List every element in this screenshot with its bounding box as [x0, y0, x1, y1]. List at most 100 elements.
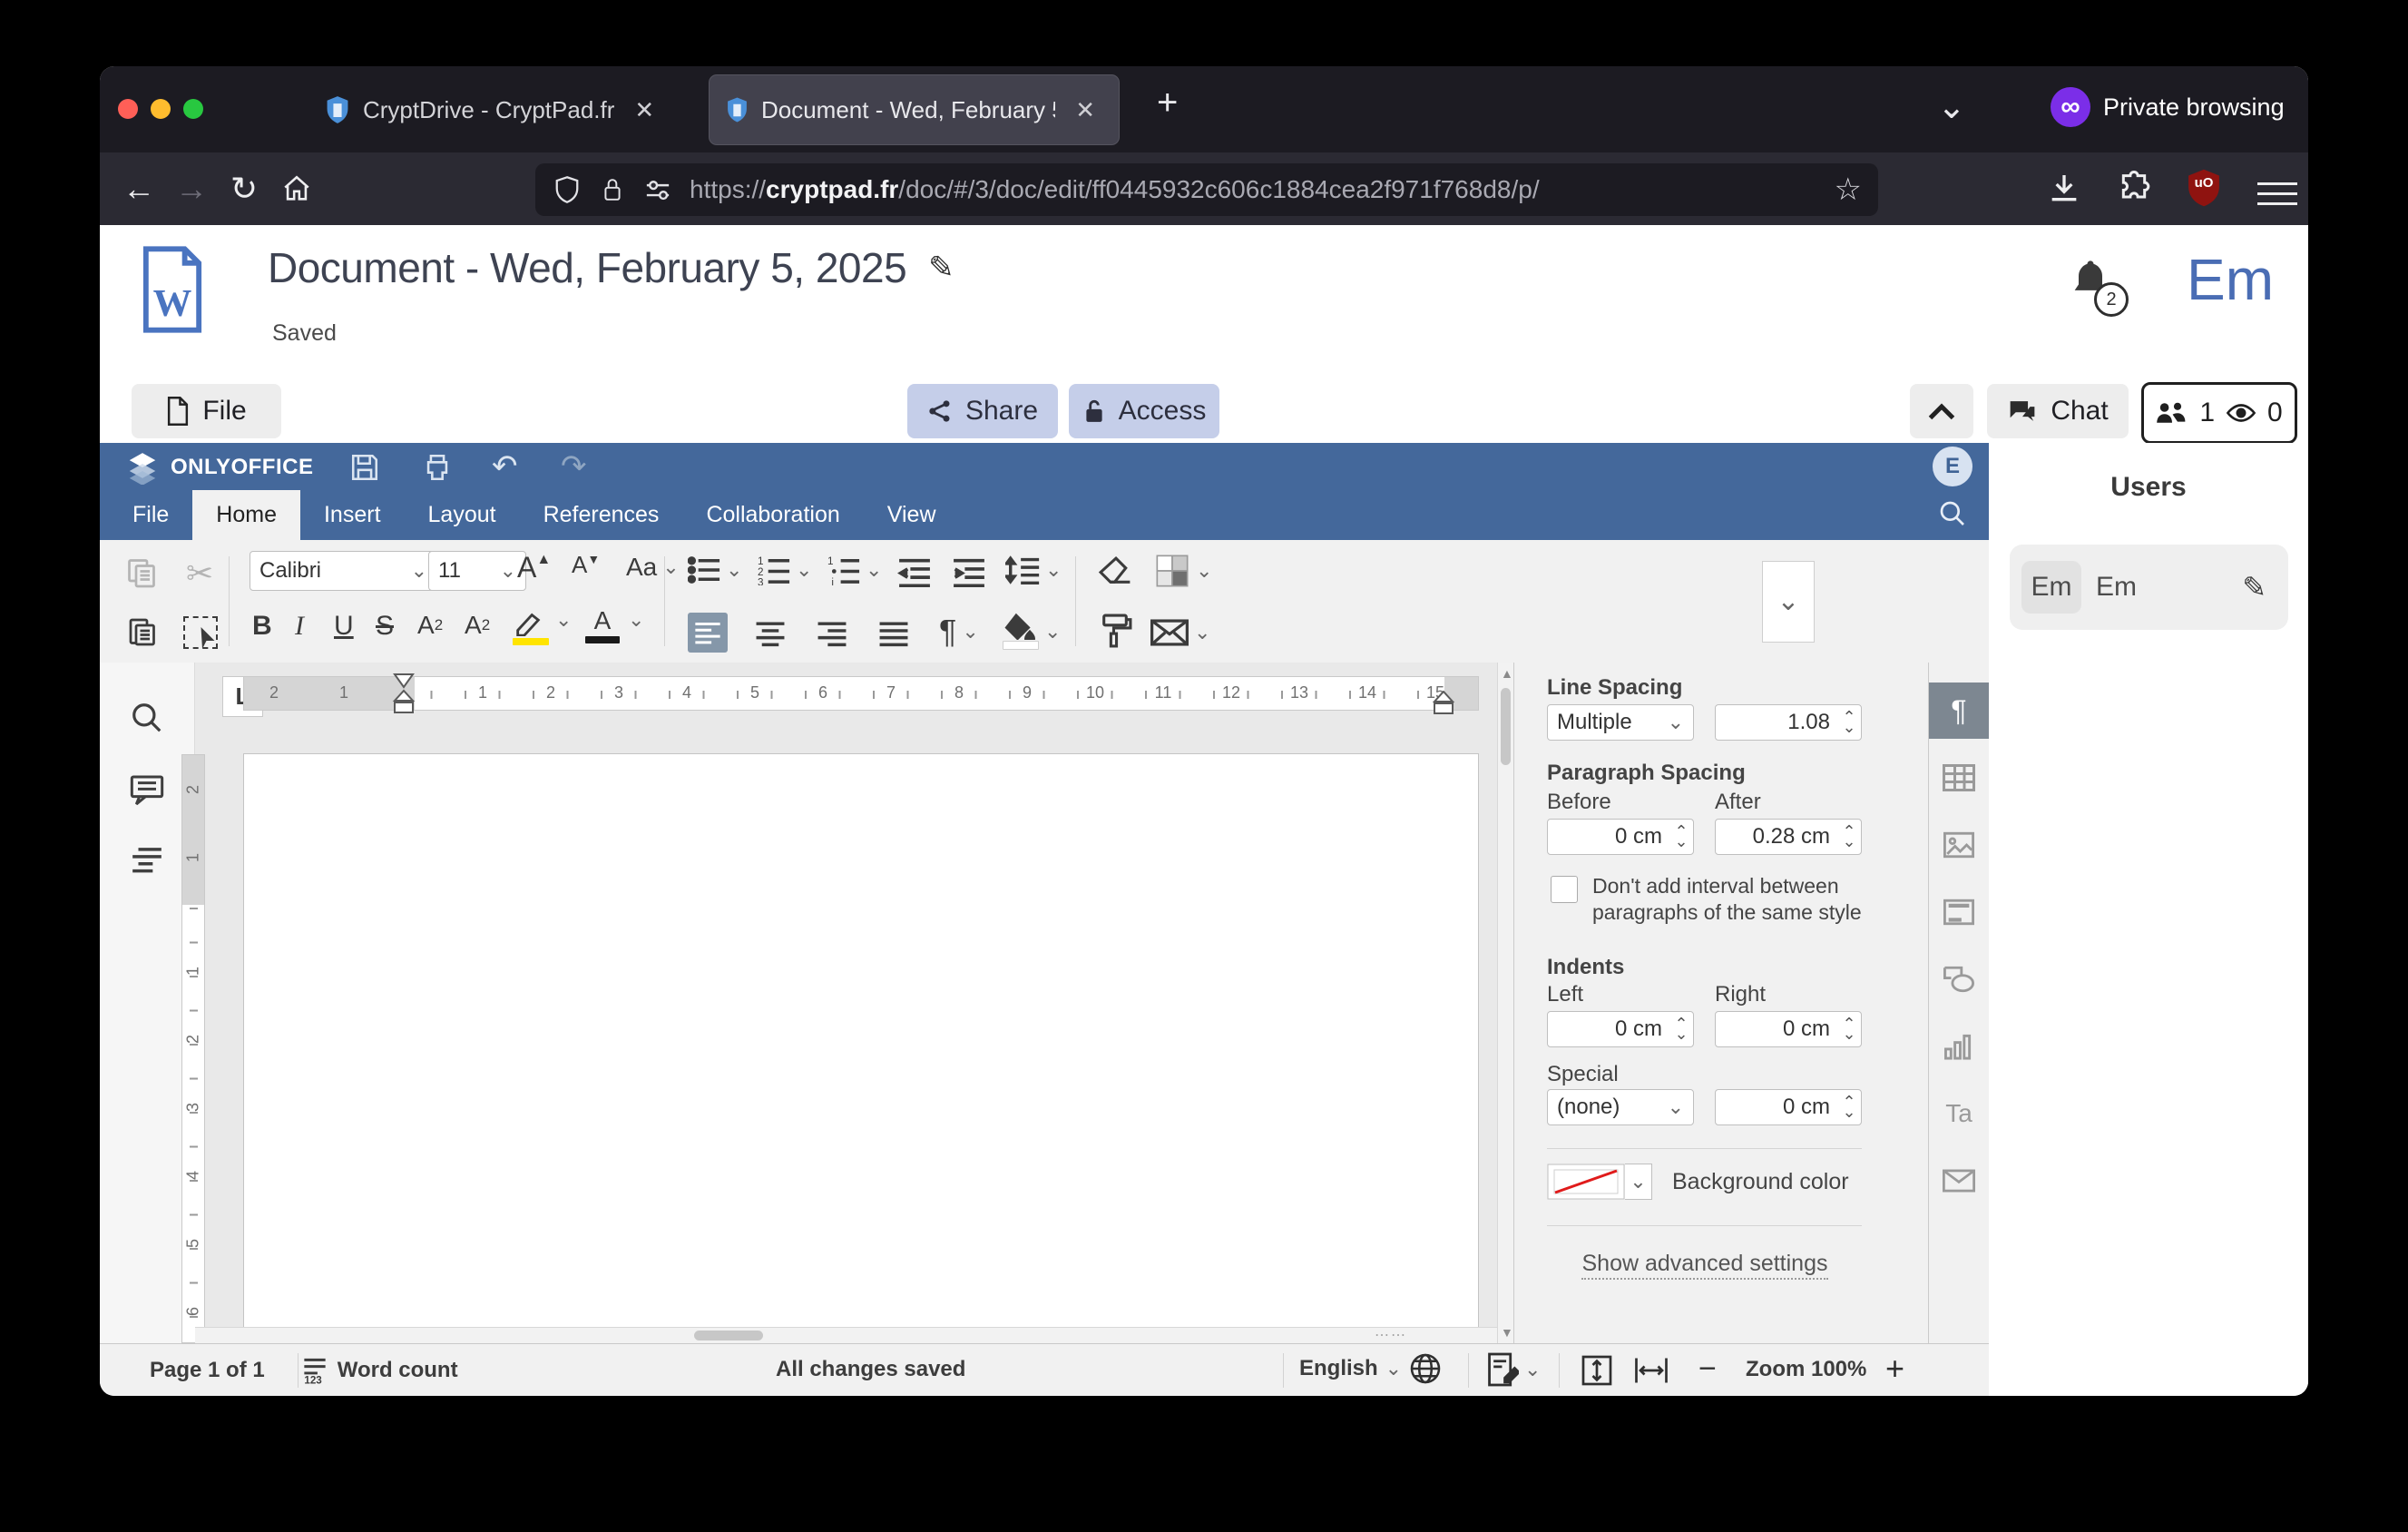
- search-icon[interactable]: [1938, 499, 1967, 528]
- special-amount-spinner[interactable]: 0 cm ⌃⌄: [1715, 1089, 1862, 1125]
- nonprinting-chars-button[interactable]: ¶ ⌄: [939, 613, 979, 651]
- justify-button[interactable]: [878, 620, 909, 647]
- document-title[interactable]: Document - Wed, February 5, 2025: [268, 243, 906, 292]
- copy-icon[interactable]: [125, 556, 158, 589]
- highlight-color-button[interactable]: [513, 609, 549, 645]
- tab-file[interactable]: File: [109, 490, 192, 540]
- user-list-item[interactable]: Em Em ✎: [2010, 545, 2288, 630]
- bookmark-star-icon[interactable]: ☆: [1835, 172, 1862, 208]
- cut-icon[interactable]: ✂: [186, 555, 213, 593]
- align-center-button[interactable]: [755, 620, 786, 647]
- vertical-scrollbar[interactable]: ▲ ▼: [1497, 663, 1514, 1343]
- undo-icon[interactable]: ↶: [492, 448, 518, 485]
- edit-title-pencil-icon[interactable]: ✎: [928, 250, 954, 286]
- notifications-bell[interactable]: 2: [2067, 257, 2114, 304]
- background-color-chevron[interactable]: ⌄: [1625, 1164, 1652, 1200]
- spacing-after-spinner[interactable]: 0.28 cm ⌃⌄: [1715, 819, 1862, 855]
- underline-button[interactable]: U: [334, 611, 354, 642]
- decrease-indent-button[interactable]: [896, 556, 933, 587]
- tab-insert[interactable]: Insert: [300, 490, 405, 540]
- app-menu-hamburger-icon[interactable]: [2257, 175, 2297, 212]
- mail-merge-button[interactable]: ⌄: [1150, 618, 1210, 647]
- url-text[interactable]: https://cryptpad.fr/doc/#/3/doc/edit/ff0…: [690, 175, 1835, 204]
- tab-references[interactable]: References: [520, 490, 683, 540]
- share-button[interactable]: Share: [907, 384, 1058, 438]
- copy-style-roller-icon[interactable]: [1098, 613, 1132, 649]
- home-button[interactable]: [270, 173, 323, 204]
- background-color-picker[interactable]: ⌄ Background color: [1547, 1164, 1849, 1200]
- tab-collaboration[interactable]: Collaboration: [682, 490, 863, 540]
- multilevel-list-button[interactable]: 1i ⌄: [827, 555, 882, 585]
- fit-page-button[interactable]: [1581, 1354, 1613, 1387]
- subscript-button[interactable]: A2: [465, 611, 490, 640]
- line-spacing-button[interactable]: ⌄: [1005, 555, 1062, 585]
- tab-home[interactable]: Home: [192, 490, 300, 540]
- tab-close-icon[interactable]: ✕: [627, 93, 661, 128]
- strikethrough-button[interactable]: S: [376, 611, 394, 642]
- special-select[interactable]: (none)⌄: [1547, 1089, 1694, 1125]
- numbered-list-button[interactable]: 123 ⌄: [758, 555, 812, 585]
- shape-settings-icon[interactable]: [1929, 951, 1989, 1007]
- tracking-shield-icon[interactable]: [553, 174, 581, 205]
- collapse-toolbar-button[interactable]: [1910, 384, 1973, 438]
- header-footer-settings-icon[interactable]: [1929, 884, 1989, 940]
- page-indicator[interactable]: Page 1 of 1: [150, 1358, 265, 1383]
- language-selector[interactable]: English ⌄: [1299, 1352, 1442, 1385]
- align-right-button[interactable]: [817, 620, 847, 647]
- advanced-settings-link[interactable]: Show advanced settings: [1514, 1251, 1895, 1277]
- lock-icon[interactable]: [601, 175, 624, 204]
- forward-button[interactable]: →: [165, 170, 218, 208]
- font-size-select[interactable]: 11⌄: [428, 551, 526, 591]
- traffic-minimize-button[interactable]: [151, 99, 171, 119]
- interval-checkbox[interactable]: [1551, 876, 1578, 903]
- font-name-select[interactable]: Calibri⌄: [250, 551, 437, 591]
- word-count-button[interactable]: 123 Word count: [301, 1356, 458, 1385]
- spacing-before-spinner[interactable]: 0 cm ⌃⌄: [1547, 819, 1694, 855]
- new-tab-button[interactable]: +: [1157, 83, 1178, 123]
- right-indent-marker[interactable]: [1432, 691, 1455, 716]
- horizontal-scroll-thumb[interactable]: [694, 1331, 763, 1340]
- back-button[interactable]: ←: [113, 170, 165, 208]
- spellcheck-globe-icon[interactable]: [1409, 1352, 1442, 1385]
- extensions-puzzle-icon[interactable]: [2116, 169, 2152, 207]
- vertical-scroll-thumb[interactable]: [1501, 688, 1511, 765]
- permissions-icon[interactable]: [642, 176, 673, 203]
- ublock-origin-icon[interactable]: uO: [2185, 168, 2223, 208]
- paragraph-settings-icon[interactable]: ¶: [1929, 683, 1989, 739]
- editor-user-avatar[interactable]: E: [1933, 447, 1972, 486]
- traffic-close-button[interactable]: [118, 99, 138, 119]
- text-art-settings-icon[interactable]: Ta: [1929, 1085, 1989, 1142]
- file-menu-button[interactable]: File: [132, 384, 281, 438]
- mail-merge-settings-icon[interactable]: [1929, 1153, 1989, 1209]
- track-changes-button[interactable]: ⌄: [1488, 1352, 1541, 1387]
- align-left-button[interactable]: [688, 613, 728, 653]
- paste-icon[interactable]: [125, 614, 158, 647]
- table-shading-button[interactable]: ⌄: [1154, 553, 1212, 589]
- zoom-in-button[interactable]: +: [1885, 1350, 1904, 1388]
- change-case-icon[interactable]: Aa⌄: [626, 553, 680, 582]
- find-icon[interactable]: [130, 701, 164, 735]
- zoom-level[interactable]: Zoom 100%: [1746, 1357, 1866, 1382]
- indent-marker[interactable]: [392, 673, 416, 716]
- increase-indent-button[interactable]: [951, 556, 987, 587]
- paragraph-shading-button[interactable]: ⌄: [1003, 613, 1061, 650]
- superscript-button[interactable]: A2: [417, 611, 443, 640]
- comments-icon[interactable]: [129, 773, 165, 808]
- bold-button[interactable]: B: [252, 611, 272, 642]
- fit-width-button[interactable]: [1633, 1354, 1669, 1387]
- line-spacing-select[interactable]: Multiple⌄: [1547, 704, 1694, 741]
- horizontal-scrollbar[interactable]: ⋯⋯: [195, 1327, 1497, 1344]
- downloads-icon[interactable]: [2046, 171, 2082, 207]
- traffic-zoom-button[interactable]: [183, 99, 203, 119]
- chat-button[interactable]: Chat: [1987, 384, 2129, 438]
- tab-layout[interactable]: Layout: [405, 490, 520, 540]
- reload-button[interactable]: ↻: [218, 170, 270, 208]
- save-icon[interactable]: [349, 452, 380, 483]
- navigation-headings-icon[interactable]: [130, 846, 164, 873]
- print-icon[interactable]: [422, 452, 453, 483]
- tab-view[interactable]: View: [864, 490, 960, 540]
- edit-user-pencil-icon[interactable]: ✎: [2242, 570, 2266, 604]
- scroll-up-arrow-icon[interactable]: ▲: [1501, 666, 1513, 681]
- tab-list-chevron-icon[interactable]: ⌄: [1937, 86, 1966, 127]
- font-color-button[interactable]: A: [585, 607, 620, 643]
